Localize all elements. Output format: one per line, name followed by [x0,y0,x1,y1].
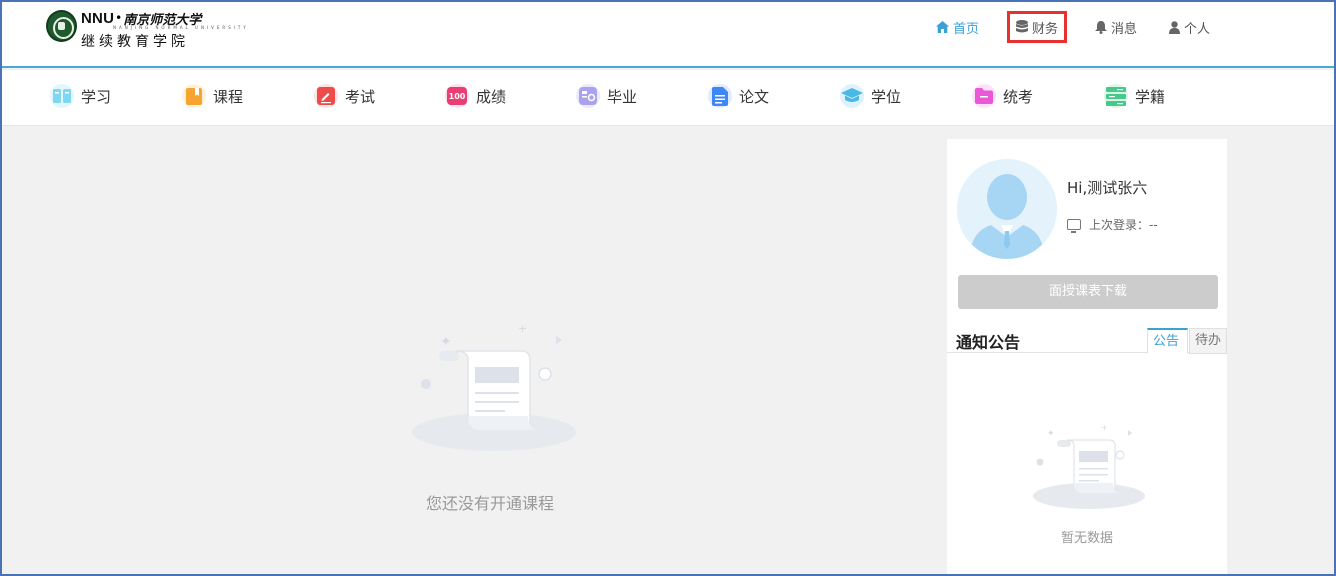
bell-icon [1094,20,1107,34]
nav-messages[interactable]: 消息 [1091,11,1141,43]
tab-todo[interactable]: 待办 [1189,328,1227,354]
svg-text:✦: ✦ [440,334,452,350]
module-grades-label: 成绩 [476,87,507,106]
server-list-icon [1104,84,1128,108]
logo-subtitle: 继续教育学院 [81,34,189,50]
book-open-icon [50,84,74,108]
nav-home-label: 首页 [952,21,979,37]
module-study-label: 学习 [81,87,112,106]
last-login: 上次登录：-- [1067,216,1158,233]
empty-courses-text: 您还没有开通课程 [425,494,554,513]
nav-finance[interactable]: 财务 [1006,11,1067,43]
nav-personal[interactable]: 个人 [1165,11,1214,43]
module-courses-label: 课程 [213,87,244,106]
top-header: NNU • 南京师范大学 NANJING NORMAL UNIVERSITY 继… [0,0,1336,68]
no-data-text: 暂无数据 [1060,531,1113,546]
school-seal-icon [46,10,77,42]
avatar [957,159,1057,259]
top-nav: 首页 财务 消息 个人 [908,11,1214,43]
module-graduation[interactable]: 毕业 [576,84,637,108]
folder-icon [972,84,996,108]
module-graduation-label: 毕业 [607,87,638,106]
profile-panel: Hi,测试张六 上次登录：-- 面授课表下载 通知公告 公告 待办 ✦ + 暂无… [947,139,1227,576]
bookmark-icon [182,84,206,108]
download-schedule-button[interactable]: 面授课表下载 [958,275,1218,309]
last-login-text: 上次登录：-- [1089,218,1158,232]
pencil-icon [314,84,338,108]
svg-text:✦: ✦ [1047,429,1055,439]
module-unified-exam-label: 统考 [1003,87,1034,106]
user-greeting: Hi,测试张六 [1067,179,1148,197]
module-degree-label: 学位 [871,87,902,106]
module-student-status-label: 学籍 [1135,87,1166,106]
module-exams-label: 考试 [345,87,376,106]
module-study[interactable]: 学习 [50,84,111,108]
logo-brand-en: NNU [81,9,115,27]
logo-text: NNU • 南京师范大学 NANJING NORMAL UNIVERSITY 继… [81,10,249,51]
module-degree[interactable]: 学位 [840,84,901,108]
module-exams[interactable]: 考试 [314,84,375,108]
home-icon [935,21,949,33]
svg-text:+: + [518,322,527,335]
module-student-status[interactable]: 学籍 [1104,84,1165,108]
tab-announcements[interactable]: 公告 [1147,328,1188,354]
logo-dot: • [115,11,123,25]
certificate-icon [576,84,600,108]
school-logo[interactable]: NNU • 南京师范大学 NANJING NORMAL UNIVERSITY 继… [46,10,249,51]
svg-text:+: + [1101,424,1108,432]
nav-personal-label: 个人 [1183,21,1210,37]
module-thesis-label: 论文 [739,87,770,106]
score-100-icon: 100 [445,84,469,108]
module-thesis[interactable]: 论文 [708,84,769,108]
nav-messages-label: 消息 [1110,21,1137,37]
module-unified-exam[interactable]: 统考 [972,84,1033,108]
nav-home[interactable]: 首页 [932,11,983,43]
database-icon [1015,20,1028,33]
module-grades[interactable]: 100 成绩 [445,84,506,108]
module-nav: 学习 课程 考试 100 成绩 毕业 论文 学位 统考 学籍 [0,70,1336,126]
document-icon [708,84,732,108]
svg-text:100: 100 [449,92,466,101]
empty-illustration: ✦ + [400,320,600,464]
graduation-cap-icon [840,84,864,108]
module-courses[interactable]: 课程 [182,84,243,108]
notice-title: 通知公告 [956,333,1021,352]
nav-finance-label: 财务 [1031,21,1058,37]
user-icon [1168,20,1180,34]
monitor-icon [1067,219,1081,233]
no-data-illustration: ✦ + [1031,423,1146,518]
